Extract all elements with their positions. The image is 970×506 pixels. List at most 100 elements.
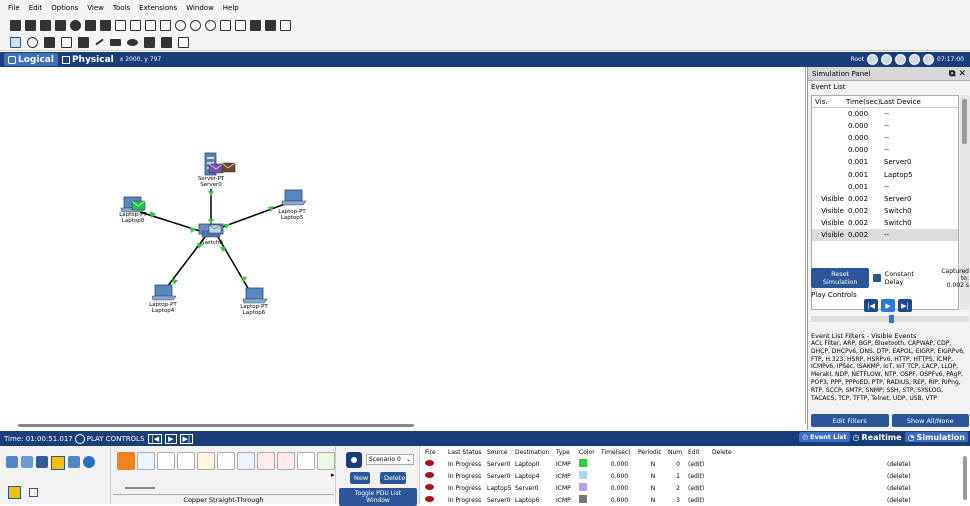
menu-file[interactable]: File <box>8 4 20 12</box>
delete-icon[interactable] <box>44 36 55 48</box>
pdu-list-scrollbar[interactable] <box>963 456 967 500</box>
pdu-delete-link[interactable]: (delete) <box>887 461 911 468</box>
back-icon[interactable] <box>867 54 879 65</box>
drawing-palette-icon[interactable] <box>220 19 231 31</box>
tab-logical[interactable]: Logical <box>4 53 58 66</box>
laptop6-icon[interactable] <box>242 287 268 304</box>
new-cluster-icon[interactable] <box>881 54 893 65</box>
serial-dte-icon[interactable] <box>277 452 295 470</box>
freeform-icon[interactable] <box>144 36 155 48</box>
logical-workspace[interactable]: Server-PT Server0 Laptop-PT Laptop0 Lapt… <box>0 67 806 424</box>
undock-icon[interactable]: ⧉ <box>949 69 955 79</box>
octal-icon[interactable] <box>297 452 315 470</box>
simulation-mode[interactable]: ◔ Simulation <box>904 432 968 442</box>
realtime-mode[interactable]: ◷ Realtime <box>853 432 902 442</box>
tab-physical[interactable]: Physical <box>58 53 118 66</box>
edit-filters-button[interactable]: Edit Filters <box>811 414 889 427</box>
menu-extensions[interactable]: Extensions <box>139 4 177 12</box>
console-cable-icon[interactable] <box>137 452 155 470</box>
bar-step-forward-icon[interactable]: ▶| <box>179 433 194 444</box>
workspace-horizontal-scrollbar[interactable] <box>18 424 414 427</box>
grid-icon[interactable] <box>29 488 38 497</box>
crossover-icon[interactable] <box>177 452 195 470</box>
show-all-none-button[interactable]: Show All/None <box>891 414 969 427</box>
redo-icon[interactable] <box>160 19 171 31</box>
delete-scenario-button[interactable]: Delete <box>380 472 406 484</box>
step-back-icon[interactable]: |◀ <box>864 299 878 312</box>
auto-connect-icon[interactable] <box>117 452 135 470</box>
bar-play-icon[interactable]: ▶ <box>165 433 177 444</box>
fire-icon[interactable] <box>425 484 448 492</box>
event-row[interactable]: 0.001 Server0 <box>812 156 958 168</box>
inspect-icon[interactable] <box>27 36 38 48</box>
event-row[interactable]: 0.000 -- <box>812 120 958 132</box>
fire-icon[interactable] <box>425 496 448 504</box>
switch0-icon[interactable] <box>198 223 224 238</box>
activity-wizard-icon[interactable] <box>70 19 81 31</box>
event-row[interactable]: 0.000 -- <box>812 108 958 120</box>
constant-delay-checkbox[interactable] <box>873 274 881 282</box>
new-scenario-button[interactable]: New <box>350 472 370 484</box>
misc-icon[interactable] <box>68 456 80 468</box>
laptop0-icon[interactable] <box>120 196 146 213</box>
end-devices-icon[interactable] <box>21 456 33 468</box>
draw-line-icon[interactable] <box>95 38 104 46</box>
menu-tools[interactable]: Tools <box>113 4 130 12</box>
set-tiled-background-icon[interactable] <box>909 54 921 65</box>
undo-icon[interactable] <box>145 19 156 31</box>
event-row[interactable]: 0.000 -- <box>812 144 958 156</box>
laptop4-icon[interactable] <box>151 284 177 301</box>
zoom-reset-icon[interactable] <box>190 19 201 31</box>
pdu-edit-link[interactable]: (edit) <box>688 461 712 468</box>
pdu-delete-link[interactable]: (delete) <box>887 473 911 480</box>
root-label[interactable]: Root <box>850 56 864 63</box>
save-icon[interactable] <box>40 19 51 31</box>
scenario-select[interactable]: Scenario 0 ⌄ <box>366 454 414 465</box>
pdu-row[interactable]: In Progress Laptop5 Server0 ICMP 0.000 N 2 (edi… <box>420 482 970 494</box>
viewport-icon[interactable] <box>265 19 276 31</box>
power-cycle-icon[interactable] <box>74 433 85 444</box>
info-icon[interactable] <box>85 19 96 31</box>
coaxial-icon[interactable] <box>237 452 255 470</box>
pdu-row[interactable]: In Progress Server0 Laptop6 ICMP 0.000 N 3 (edi… <box>420 494 970 506</box>
reset-simulation-button[interactable]: Reset Simulation <box>811 268 870 288</box>
event-list-scroll-thumb[interactable] <box>962 99 967 144</box>
print-icon[interactable] <box>55 19 66 31</box>
open-folder-icon[interactable] <box>25 19 36 31</box>
fiber-icon[interactable] <box>197 452 215 470</box>
new-file-icon[interactable] <box>10 19 21 31</box>
bar-step-back-icon[interactable]: |◀ <box>148 433 163 444</box>
select-icon[interactable] <box>10 36 21 48</box>
zoom-out-icon[interactable] <box>205 19 216 31</box>
scenario-info-icon[interactable] <box>346 452 362 468</box>
pdu-row[interactable]: In Progress Server0 Laptop4 ICMP 0.000 N 1 (edi… <box>420 470 970 482</box>
event-row[interactable]: 0.001 Laptop5 <box>812 168 958 180</box>
step-forward-icon[interactable]: ▶| <box>898 299 912 312</box>
laptop5-icon[interactable] <box>281 189 307 206</box>
cluster-icon[interactable] <box>250 19 261 31</box>
play-icon[interactable]: ▶ <box>881 299 895 312</box>
pdu-row[interactable]: In Progress Server0 Laptop0 ICMP 0.000 N 0 (edi… <box>420 458 970 470</box>
server0-icon[interactable] <box>204 152 236 176</box>
close-icon[interactable]: ✕ <box>958 69 966 79</box>
place-note-icon[interactable] <box>78 36 89 48</box>
pdu-edit-link[interactable]: (edit) <box>688 497 712 504</box>
menu-options[interactable]: Options <box>51 4 78 12</box>
add-simple-pdu-icon[interactable] <box>161 36 172 48</box>
menu-window[interactable]: Window <box>186 4 214 12</box>
menu-help[interactable]: Help <box>223 4 239 12</box>
phone-cable-icon[interactable] <box>217 452 235 470</box>
fire-icon[interactable] <box>425 472 448 480</box>
menu-edit[interactable]: Edit <box>29 4 43 12</box>
event-list-toggle[interactable]: ◴ Event List <box>799 432 850 442</box>
iot-cable-icon[interactable] <box>317 452 335 470</box>
custom-device-icon[interactable] <box>100 19 111 31</box>
components-icon[interactable] <box>36 456 48 468</box>
selected-subcategory-icon[interactable] <box>8 486 21 499</box>
paste-icon[interactable] <box>130 19 141 31</box>
cable-type-scrollbar[interactable] <box>125 487 155 489</box>
collapse-arrow-icon[interactable]: ▸ <box>331 471 335 479</box>
fire-icon[interactable] <box>425 460 448 468</box>
straight-through-icon[interactable] <box>157 452 175 470</box>
pdu-delete-link[interactable]: (delete) <box>887 485 911 492</box>
